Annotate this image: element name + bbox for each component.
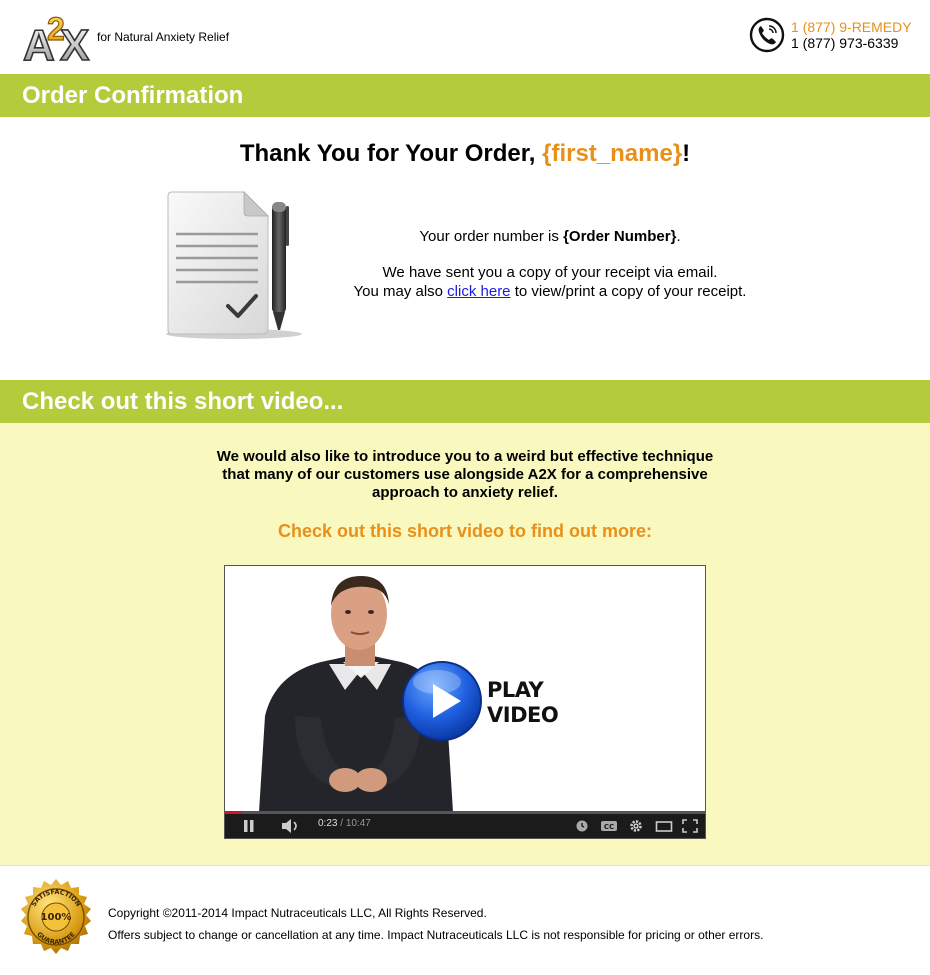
video-intro: We would also like to introduce you to a…	[0, 448, 930, 502]
video-time: 0:23 / 10:47	[318, 818, 371, 829]
video-progress-bar[interactable]	[225, 811, 705, 814]
video-section: We would also like to introduce you to a…	[0, 423, 930, 866]
theater-icon[interactable]	[655, 819, 673, 833]
order-suffix: .	[676, 228, 681, 245]
view-receipt-line: You may also click here to view/print a …	[330, 282, 770, 301]
video-cta: Check out this short video to find out m…	[277, 521, 652, 541]
footer-text: Copyright ©2011-2014 Impact Nutraceutica…	[108, 902, 763, 946]
a2x-logo[interactable]: A X 2	[22, 8, 98, 64]
order-confirmation-title: Order Confirmation	[22, 82, 244, 109]
play-label-line-1: PLAY	[487, 678, 544, 702]
volume-icon[interactable]	[281, 819, 301, 833]
play-video-label[interactable]: PLAY VIDEO	[487, 678, 559, 728]
intro-line-2: that many of our customers use alongside…	[222, 466, 708, 483]
disclaimer-line: Offers subject to change or cancellation…	[108, 928, 764, 942]
phone-number[interactable]: 1 (877) 973-6339	[791, 35, 912, 51]
thanks-prefix: Thank You for Your Order,	[239, 140, 543, 167]
video-section-title: Check out this short video...	[22, 388, 344, 415]
satisfaction-guarantee-seal: SATISFACTION 100% GUARANTEE	[21, 879, 91, 954]
time-separator: /	[337, 818, 346, 829]
phone-icon	[749, 17, 785, 53]
thank-you-heading: Thank You for Your Order, {first_name}!	[0, 140, 930, 168]
fullscreen-icon[interactable]	[682, 819, 698, 833]
video-player[interactable]: PLAY VIDEO 0:23 / 10:47 CC	[224, 565, 706, 839]
header: A X 2 for Natural Anxiety Relief 1 (877)…	[0, 0, 930, 74]
svg-text:CC: CC	[604, 823, 614, 831]
view-suffix: to view/print a copy of your receipt.	[510, 283, 747, 300]
view-receipt-link[interactable]: click here	[447, 283, 510, 300]
gear-icon[interactable]	[629, 819, 643, 833]
receipt-line: We have sent you a copy of your receipt …	[382, 264, 718, 281]
thanks-suffix: !	[682, 140, 691, 167]
phone-vanity[interactable]: 1 (877) 9-REMEDY	[791, 19, 912, 35]
video-controls: 0:23 / 10:47 CC	[225, 811, 705, 838]
video-progress-fill	[225, 811, 243, 814]
intro-line-3: approach to anxiety relief.	[372, 484, 558, 501]
play-icon[interactable]	[401, 660, 483, 742]
clock-icon[interactable]	[575, 819, 589, 833]
view-prefix: You may also	[353, 283, 448, 300]
tagline: for Natural Anxiety Relief	[97, 30, 230, 44]
current-time: 0:23	[318, 818, 338, 829]
duration: 10:47	[345, 818, 371, 829]
document-icon	[166, 191, 302, 339]
order-number-token: {Order Number}	[563, 228, 677, 245]
intro-line-1: We would also like to introduce you to a…	[216, 448, 714, 465]
phone-numbers: 1 (877) 9-REMEDY 1 (877) 973-6339	[791, 19, 912, 51]
video-section-bar: Check out this short video...	[0, 380, 930, 423]
order-info: Your order number is {Order Number}. We …	[330, 227, 770, 301]
pen-icon	[272, 202, 289, 330]
copyright-line: Copyright ©2011-2014 Impact Nutraceutica…	[108, 906, 487, 920]
seal-center-text: 100%	[41, 912, 72, 923]
play-label-line-2: VIDEO	[487, 703, 559, 727]
svg-text:2: 2	[47, 11, 65, 47]
order-confirmation-bar: Order Confirmation	[0, 74, 930, 117]
pause-icon[interactable]	[243, 819, 255, 833]
cc-icon[interactable]: CC	[600, 819, 618, 833]
order-prefix: Your order number is	[419, 228, 564, 245]
order-number-line: Your order number is {Order Number}.	[330, 227, 770, 246]
first-name-token: {first_name}	[542, 140, 683, 167]
